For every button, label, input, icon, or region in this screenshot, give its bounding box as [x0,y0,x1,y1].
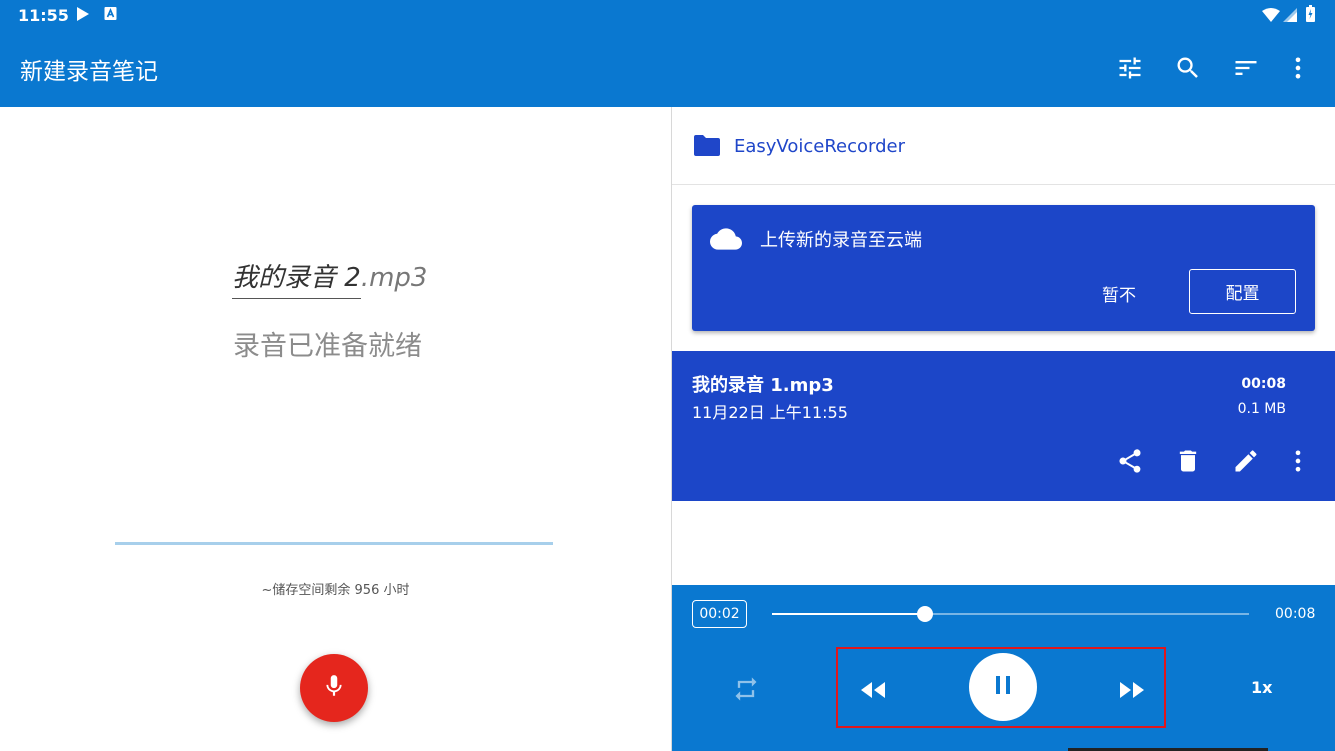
app-title: 新建录音笔记 [20,59,158,85]
more-vert-icon[interactable] [1284,54,1312,82]
current-time: 00:02 [692,600,747,628]
pause-button[interactable] [969,653,1037,721]
status-bar: 11:55 [0,0,1335,32]
player-bar: 00:02 00:08 1x [672,585,1335,751]
cloud-upload-card: 上传新的录音至云端 暂不 配置 [692,205,1315,331]
edit-icon[interactable] [1232,447,1260,475]
recordings-panel: EasyVoiceRecorder 上传新的录音至云端 暂不 配置 我的录音 1… [672,107,1335,751]
audio-level-bar [115,542,553,545]
filename-field[interactable]: 我的录音 2.mp3 [232,257,427,299]
battery-icon [1306,5,1315,26]
recorder-status: 录音已准备就绪 [233,331,422,362]
recording-name: 我的录音 1.mp3 [692,375,834,396]
fast-forward-icon[interactable] [1119,681,1145,703]
configure-button[interactable]: 配置 [1189,269,1296,314]
wifi-icon [1262,7,1280,26]
filename-input[interactable]: 我的录音 2 [232,257,361,299]
repeat-icon[interactable] [732,675,760,707]
seek-bar[interactable] [772,606,1249,622]
recording-date: 11月22日 上午11:55 [692,403,848,422]
not-now-button[interactable]: 暂不 [1102,281,1136,306]
recording-list-item[interactable]: 我的录音 1.mp3 11月22日 上午11:55 00:08 0.1 MB [672,351,1335,501]
pause-icon [993,675,1013,699]
storage-remaining: ~储存空间剩余 956 小时 [261,583,410,598]
mic-icon [321,670,347,706]
recorder-panel: 我的录音 2.mp3 录音已准备就绪 ~储存空间剩余 956 小时 [0,107,671,751]
seek-bar-progress [772,613,925,615]
folder-name: EasyVoiceRecorder [734,136,905,157]
app-icon [104,6,117,25]
app-bar: 新建录音笔记 [0,32,1335,107]
record-button[interactable] [300,654,368,722]
delete-icon[interactable] [1174,447,1202,475]
seek-thumb[interactable] [916,606,933,622]
share-icon[interactable] [1116,447,1144,475]
folder-icon [694,134,720,160]
signal-icon [1283,7,1297,26]
playback-speed[interactable]: 1x [1251,678,1272,697]
rewind-icon[interactable] [860,681,886,703]
recording-size: 0.1 MB [1237,401,1286,417]
recording-duration: 00:08 [1241,376,1286,392]
sort-icon[interactable] [1232,54,1260,82]
status-time: 11:55 [18,6,69,25]
filename-extension: .mp3 [360,263,428,293]
total-time: 00:08 [1275,606,1316,622]
cloud-icon [710,227,742,255]
cloud-message: 上传新的录音至云端 [760,230,922,251]
folder-breadcrumb[interactable]: EasyVoiceRecorder [672,107,1335,185]
tune-icon[interactable] [1116,54,1144,82]
play-icon [76,6,90,26]
item-more-vert-icon[interactable] [1284,447,1312,475]
search-icon[interactable] [1174,54,1202,82]
